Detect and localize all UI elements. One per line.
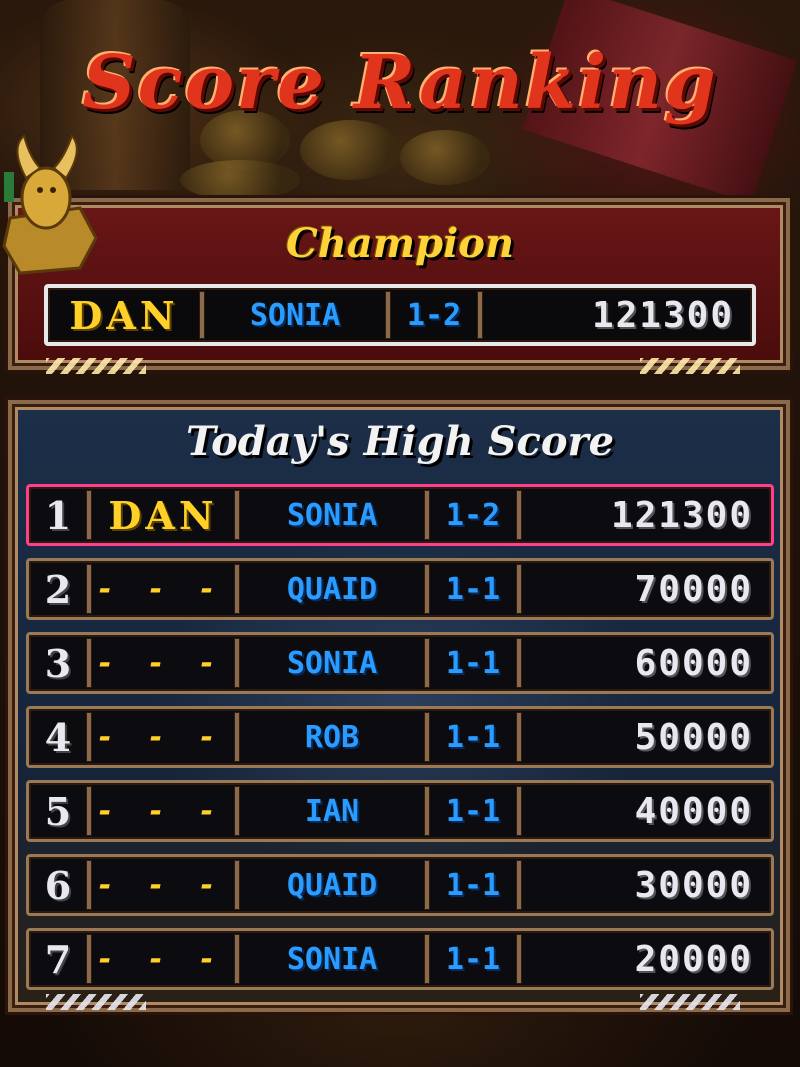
today-heading: Today's High Score [185, 418, 615, 465]
decorative-stripes [46, 358, 146, 374]
player-name: - - - [98, 793, 228, 829]
score-row-3: 3 - - - SONIA 1-1 60000 [26, 632, 774, 694]
rank-number: 1 [44, 492, 72, 538]
character-name: SONIA [286, 645, 378, 681]
background-coin [180, 160, 300, 200]
champion-name: DAN [69, 292, 179, 338]
player-name: - - - [98, 719, 228, 755]
stage-reached: 1-1 [445, 867, 501, 903]
score-value: 50000 [634, 716, 753, 758]
rank-number: 7 [44, 936, 72, 982]
character-name: SONIA [286, 497, 378, 533]
champion-character: SONIA [249, 297, 341, 333]
rank-number: 5 [44, 788, 72, 834]
character-name: ROB [304, 719, 360, 755]
stage-reached: 1-1 [445, 793, 501, 829]
character-name: SONIA [286, 941, 378, 977]
character-name: QUAID [286, 571, 378, 607]
champion-heading: Champion [285, 220, 515, 267]
score-value: 70000 [634, 568, 753, 610]
decorative-stripes [46, 994, 146, 1010]
player-name: - - - [98, 867, 228, 903]
rank-number: 4 [44, 714, 72, 760]
player-name: - - - [98, 645, 228, 681]
player-name: - - - [98, 941, 228, 977]
score-value: 20000 [634, 938, 753, 980]
character-name: QUAID [286, 867, 378, 903]
stage-reached: 1-2 [445, 497, 501, 533]
decorative-stripes [640, 358, 740, 374]
score-row-7: 7 - - - SONIA 1-1 20000 [26, 928, 774, 990]
decorative-stripes [640, 994, 740, 1010]
score-value: 121300 [610, 494, 753, 536]
score-value: 30000 [634, 864, 753, 906]
background-coin [300, 120, 400, 180]
page-title: Score Ranking [82, 40, 718, 126]
character-name: IAN [304, 793, 360, 829]
background-coin [400, 130, 490, 185]
player-name: - - - [98, 571, 228, 607]
score-row-1: 1 DAN SONIA 1-2 121300 [26, 484, 774, 546]
champion-score: 121300 [591, 294, 734, 336]
score-row-4: 4 - - - ROB 1-1 50000 [26, 706, 774, 768]
score-value: 60000 [634, 642, 753, 684]
rank-number: 2 [44, 566, 72, 612]
score-row-6: 6 - - - QUAID 1-1 30000 [26, 854, 774, 916]
stage-reached: 1-1 [445, 571, 501, 607]
rank-number: 6 [44, 862, 72, 908]
player-name: DAN [108, 492, 218, 538]
stage-reached: 1-1 [445, 719, 501, 755]
score-value: 40000 [634, 790, 753, 832]
champion-row: DAN SONIA 1-2 121300 [44, 284, 756, 346]
score-row-2: 2 - - - QUAID 1-1 70000 [26, 558, 774, 620]
stage-reached: 1-1 [445, 941, 501, 977]
score-row-5: 5 - - - IAN 1-1 40000 [26, 780, 774, 842]
champion-stage: 1-2 [406, 297, 462, 333]
stage-reached: 1-1 [445, 645, 501, 681]
rank-number: 3 [44, 640, 72, 686]
